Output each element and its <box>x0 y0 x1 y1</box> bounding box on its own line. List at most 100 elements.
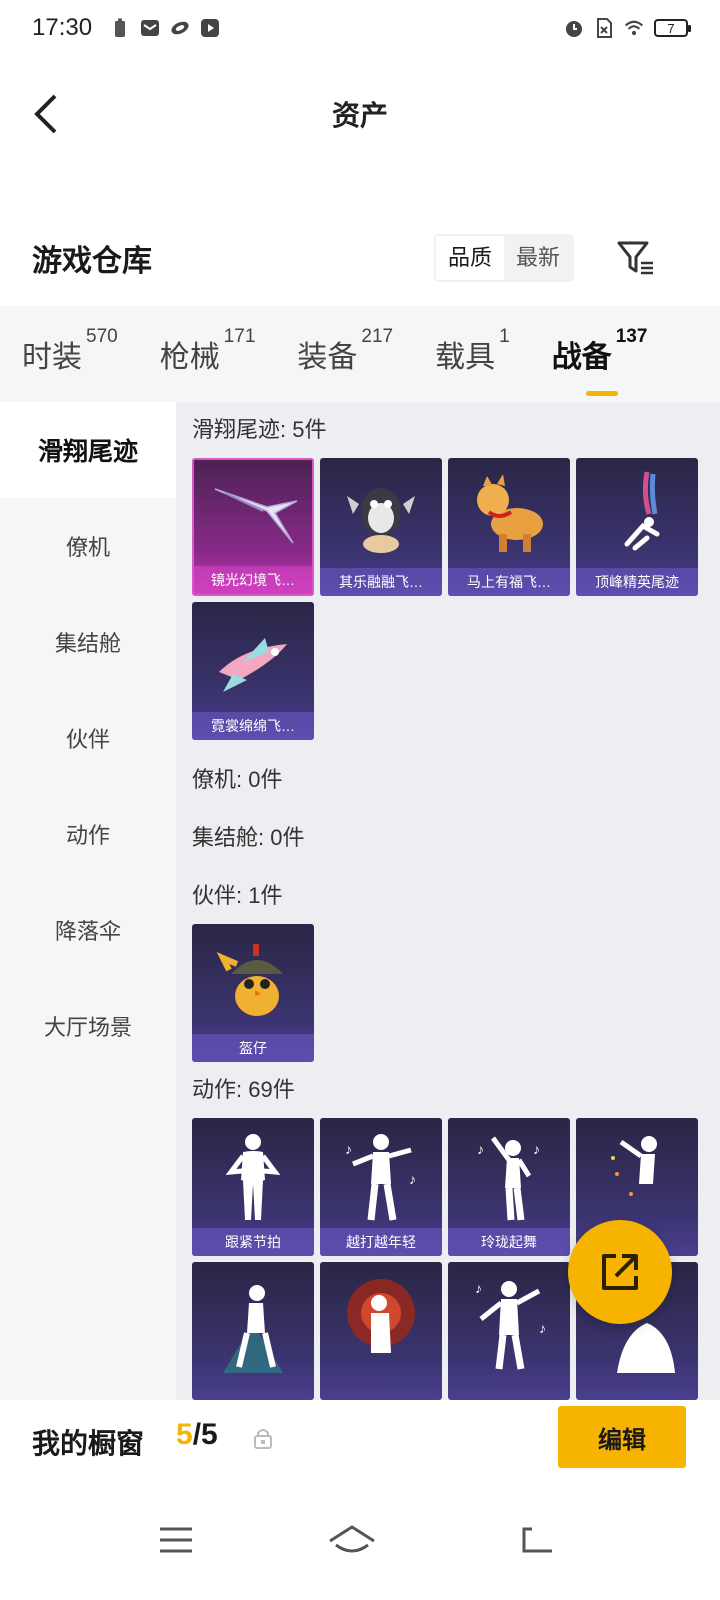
sidebar-item-glide-trail[interactable]: 滑翔尾迹 <box>0 402 176 498</box>
alarm-icon <box>564 18 584 38</box>
sort-toggle: 品质 最新 <box>434 234 575 282</box>
sidebar-item-wingman[interactable]: 僚机 <box>0 498 176 594</box>
item-card[interactable] <box>320 1262 442 1400</box>
item-card[interactable]: 其乐融融飞… <box>320 458 442 596</box>
item-card[interactable]: 马上有福飞… <box>448 458 570 596</box>
item-card[interactable]: 盔仔 <box>192 924 314 1062</box>
helmet-chick-art <box>192 924 314 1036</box>
dance-figure-art: ♪ ♪ <box>320 1118 442 1230</box>
dance-figure-art: ♪ ♪ <box>448 1262 570 1374</box>
tab-label: 载具 <box>435 341 496 374</box>
menu-icon <box>160 1527 192 1553</box>
tab-label: 时装 <box>22 341 82 374</box>
penguin-trail-art <box>320 458 442 570</box>
sort-quality[interactable]: 品质 <box>436 236 505 280</box>
svg-text:♪: ♪ <box>345 1141 352 1157</box>
warehouse-header: 游戏仓库 品质 最新 <box>0 226 720 290</box>
system-nav-bar <box>0 1488 720 1600</box>
item-card[interactable]: 跟紧节拍 <box>192 1118 314 1256</box>
tab-label: 装备 <box>297 341 358 374</box>
section-title: 伙伴: 1件 <box>192 883 283 908</box>
tab-count: 171 <box>223 326 256 347</box>
sidebar-item-parachute[interactable]: 降落伞 <box>0 882 176 978</box>
svg-text:♪: ♪ <box>539 1320 546 1336</box>
app-icon <box>170 18 190 38</box>
tab-label: 枪械 <box>159 341 220 374</box>
wing-trail-art <box>194 460 312 572</box>
category-tabs: 时装 570 枪械 171 装备 217 载具 1 战备 137 <box>0 306 720 402</box>
back-nav-button[interactable] <box>514 1518 562 1562</box>
home-icon <box>329 1525 375 1553</box>
status-time: 17:30 <box>32 14 93 41</box>
share-button[interactable] <box>568 1220 672 1324</box>
sidebar-item-emote[interactable]: 动作 <box>0 786 176 882</box>
item-card[interactable]: ♪ ♪ <box>448 1262 570 1400</box>
status-left-icons <box>110 18 220 38</box>
wifi-icon <box>624 18 644 38</box>
dance-figure-art <box>320 1262 442 1374</box>
item-label: 霓裳绵绵飞… <box>192 712 314 740</box>
item-card[interactable] <box>192 1262 314 1400</box>
tab-vehicles[interactable]: 载具 1 <box>435 326 510 376</box>
battery-saver-icon <box>110 18 130 38</box>
item-label: 玲珑起舞 <box>448 1228 570 1256</box>
header: 资产 <box>0 56 720 172</box>
item-grid: 镜光幻境飞… 其乐融融飞… 马上有福飞… 顶峰精英尾迹 霓裳绵绵飞… <box>192 458 702 740</box>
tab-battle-gear[interactable]: 战备 137 <box>551 326 647 396</box>
tab-count: 1 <box>499 326 510 347</box>
showcase-bar: 我的橱窗 5/5 编辑 <box>0 1400 720 1488</box>
dance-figure-art: ♪ ♪ <box>448 1118 570 1230</box>
showcase-count-current: 5 <box>176 1418 193 1451</box>
edit-button[interactable]: 编辑 <box>558 1406 686 1468</box>
filter-icon <box>617 241 653 275</box>
tab-fashion[interactable]: 时装 570 <box>22 326 118 376</box>
tab-equipment[interactable]: 装备 217 <box>297 326 393 376</box>
item-card[interactable]: 镜光幻境飞… <box>192 458 314 596</box>
svg-text:♪: ♪ <box>475 1280 482 1296</box>
showcase-count-separator: / <box>192 1418 202 1451</box>
section-title: 动作: 69件 <box>192 1077 295 1102</box>
item-label: 马上有福飞… <box>448 568 570 596</box>
status-bar: 17:30 7 <box>0 0 720 56</box>
sidebar-item-assembly-pod[interactable]: 集结舱 <box>0 594 176 690</box>
horse-trail-art <box>448 458 570 570</box>
warehouse-title: 游戏仓库 <box>32 245 152 278</box>
tab-firearms[interactable]: 枪械 171 <box>159 326 256 376</box>
menu-button[interactable] <box>152 1518 200 1562</box>
filter-button[interactable] <box>612 234 658 280</box>
elite-trail-art <box>576 458 698 570</box>
sidebar-item-companion[interactable]: 伙伴 <box>0 690 176 786</box>
item-card[interactable]: 顶峰精英尾迹 <box>576 458 698 596</box>
sidebar-item-lobby-scene[interactable]: 大厅场景 <box>0 978 176 1074</box>
tab-count: 137 <box>615 326 648 347</box>
item-label: 其乐融融飞… <box>320 568 442 596</box>
dance-figure-art <box>192 1262 314 1374</box>
tab-count: 570 <box>86 326 118 347</box>
item-card[interactable]: ♪ ♪ 越打越年轻 <box>320 1118 442 1256</box>
dance-figure-art <box>192 1118 314 1230</box>
item-label: 顶峰精英尾迹 <box>576 568 698 596</box>
svg-text:♪: ♪ <box>477 1141 484 1157</box>
mail-icon <box>140 18 160 38</box>
tab-count: 217 <box>361 326 394 347</box>
item-card[interactable]: 霓裳绵绵飞… <box>192 602 314 740</box>
section-title: 集结舱: 0件 <box>192 825 305 850</box>
section-title: 僚机: 0件 <box>192 767 283 792</box>
item-card[interactable]: ♪ ♪ 玲珑起舞 <box>448 1118 570 1256</box>
plane-trail-art <box>192 602 314 714</box>
item-label: 盔仔 <box>192 1034 314 1062</box>
home-button[interactable] <box>328 1518 376 1562</box>
item-label: 镜光幻境飞… <box>194 566 312 594</box>
sort-newest[interactable]: 最新 <box>504 236 572 280</box>
page-title: 资产 <box>331 100 388 131</box>
share-icon <box>602 1254 638 1290</box>
return-icon <box>522 1527 552 1553</box>
play-icon <box>200 18 220 38</box>
showcase-count: 5/5 <box>176 1418 218 1452</box>
dance-figure-art <box>576 1118 698 1230</box>
tab-label: 战备 <box>551 341 612 374</box>
item-label: 跟紧节拍 <box>192 1228 314 1256</box>
no-sim-icon <box>594 18 614 38</box>
item-label: 越打越年轻 <box>320 1228 442 1256</box>
status-right-icons: 7 <box>564 18 691 38</box>
